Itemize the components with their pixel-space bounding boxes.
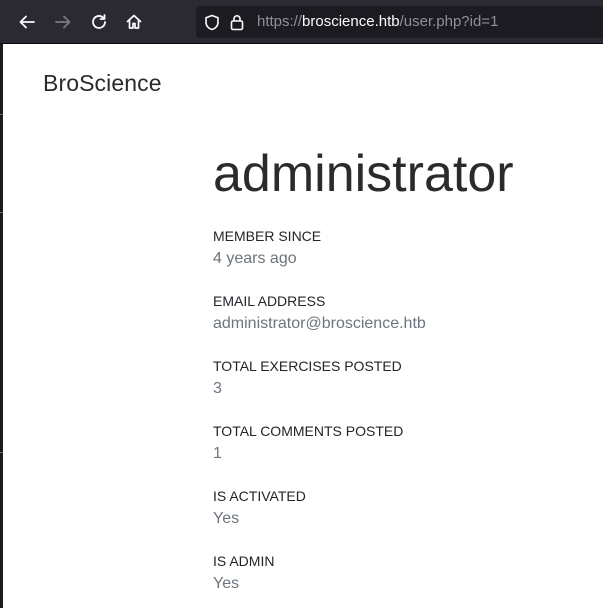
profile-field-email: EMAIL ADDRESS administrator@broscience.h… (213, 293, 426, 334)
field-value: 3 (213, 380, 222, 397)
field-value: 1 (213, 445, 222, 462)
profile-field-member-since: MEMBER SINCE 4 years ago (213, 228, 321, 269)
field-label: TOTAL EXERCISES POSTED (213, 358, 402, 374)
url-host: broscience.htb (302, 13, 400, 30)
url-scheme: https:// (257, 13, 303, 30)
arrow-left-icon (18, 13, 36, 31)
profile-field-comments: TOTAL COMMENTS POSTED 1 (213, 423, 403, 464)
tracking-protection-shield-icon[interactable] (204, 14, 220, 36)
profile-field-exercises: TOTAL EXERCISES POSTED 3 (213, 358, 402, 399)
reload-icon (90, 13, 108, 31)
page-content: BroScience administrator MEMBER SINCE 4 … (3, 44, 603, 608)
forward-button[interactable] (51, 10, 75, 34)
field-label: IS ACTIVATED (213, 488, 306, 504)
site-brand-link[interactable]: BroScience (43, 70, 162, 97)
browser-toolbar: https://broscience.htb/user.php?id=1 (0, 0, 603, 44)
profile-field-admin: IS ADMIN Yes (213, 553, 274, 594)
field-value: Yes (213, 510, 240, 527)
profile-username: administrator (213, 145, 514, 203)
lock-icon[interactable] (230, 14, 244, 36)
arrow-right-icon (54, 13, 72, 31)
field-label: MEMBER SINCE (213, 228, 322, 244)
field-label: EMAIL ADDRESS (213, 293, 326, 309)
field-value: administrator@broscience.htb (213, 315, 426, 332)
home-icon (125, 13, 143, 31)
profile-field-activated: IS ACTIVATED Yes (213, 488, 306, 529)
field-value: 4 years ago (213, 250, 297, 267)
home-button[interactable] (122, 10, 146, 34)
url-path: /user.php?id=1 (399, 13, 499, 30)
url-text[interactable]: https://broscience.htb/user.php?id=1 (257, 14, 498, 30)
reload-button[interactable] (87, 10, 111, 34)
field-value: Yes (213, 575, 240, 592)
back-button[interactable] (15, 10, 39, 34)
field-label: IS ADMIN (213, 553, 275, 569)
field-label: TOTAL COMMENTS POSTED (213, 423, 404, 439)
address-bar[interactable]: https://broscience.htb/user.php?id=1 (196, 6, 603, 38)
